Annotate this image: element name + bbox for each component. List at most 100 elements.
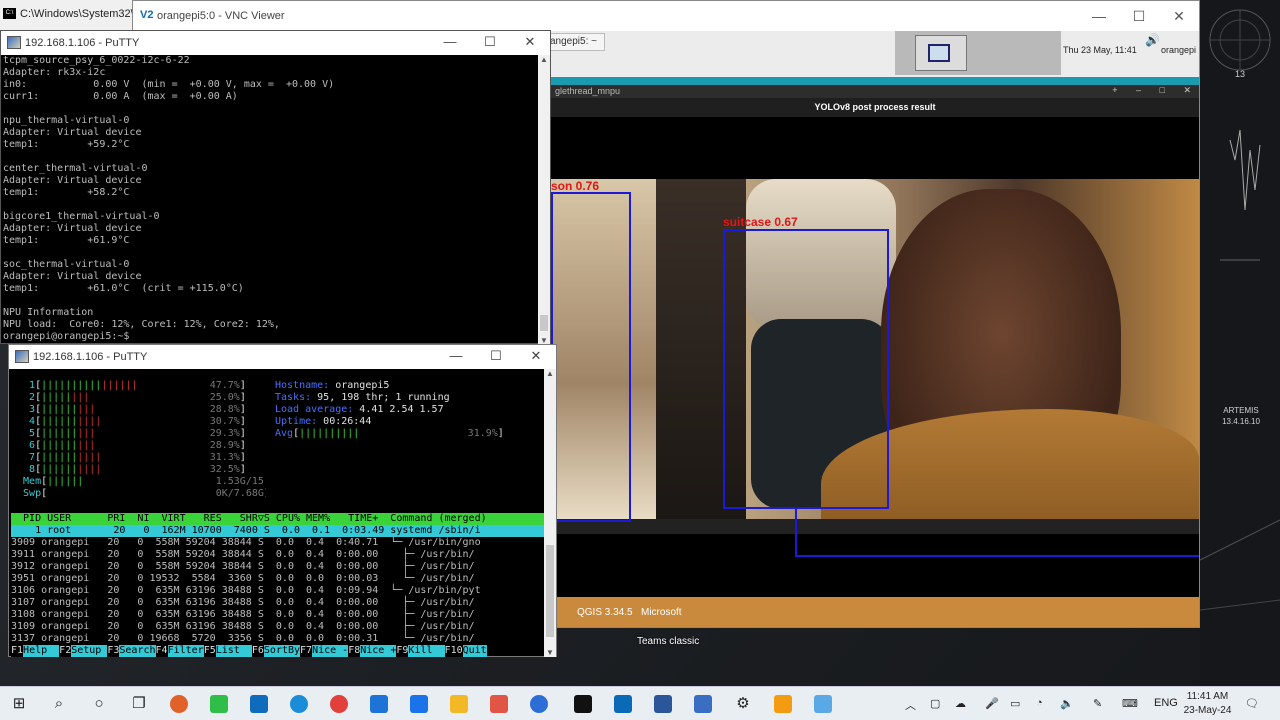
app-blue-circle-icon[interactable] <box>530 695 548 713</box>
fkey-f4[interactable]: F4Filter <box>155 645 204 657</box>
fkey-f6[interactable]: F6SortBy <box>251 645 301 657</box>
scrollbar-thumb[interactable] <box>540 315 548 331</box>
fkey-f2[interactable]: F2Setup <box>59 645 108 657</box>
table-row[interactable]: 3137 orangepi 20 0 19668 5720 3356 S 0.0… <box>11 633 544 645</box>
fkey-f8[interactable]: F8Nice + <box>348 645 397 657</box>
teams-classic-label[interactable]: Teams classic <box>637 636 699 647</box>
terminal-line: soc_thermal-virtual-0 <box>3 259 130 270</box>
table-row[interactable]: 3108 orangepi 20 0 635M 63196 38488 S 0.… <box>11 609 544 621</box>
workspace-thumbnail[interactable] <box>915 35 967 71</box>
app-orange-square-icon[interactable] <box>774 695 792 713</box>
volume-icon[interactable]: 🔊 <box>1145 33 1160 47</box>
scrollbar[interactable]: ▲ ▼ <box>538 55 550 345</box>
minimize-button[interactable]: — <box>436 345 476 367</box>
table-row[interactable]: 3107 orangepi 20 0 635M 63196 38488 S 0.… <box>11 597 544 609</box>
putty-sensors-window[interactable]: 192.168.1.106 - PuTTY — ☐ ✕ tcpm_source_… <box>0 30 551 345</box>
language-indicator[interactable]: ENG <box>1154 697 1178 709</box>
settings-icon[interactable]: ⚙ <box>734 695 752 713</box>
putty-htop-window[interactable]: 192.168.1.106 - PuTTY — ☐ ✕ 1[||||||||||… <box>8 344 557 657</box>
cmd-icon: C:\ <box>3 8 16 19</box>
microphone-icon[interactable]: 🎤 <box>985 697 999 710</box>
swp-label: Swp <box>11 488 42 499</box>
table-row[interactable]: 3912 orangepi 20 0 558M 59204 38844 S 0.… <box>11 561 544 573</box>
cortana-icon[interactable]: ○ <box>90 695 108 713</box>
avg-percent: 31.9% <box>359 428 498 439</box>
notification-icon[interactable]: 🗨 <box>1245 697 1259 710</box>
line-icon[interactable] <box>210 695 228 713</box>
edge-icon[interactable] <box>290 695 308 713</box>
file-explorer-icon[interactable] <box>450 695 468 713</box>
chrome-icon[interactable] <box>330 695 348 713</box>
scroll-down-icon[interactable]: ▼ <box>544 648 556 657</box>
yolo-tab-label[interactable]: glethread_mnpu <box>555 86 620 96</box>
remote-terminal-tab[interactable]: angepi5: ~ <box>545 33 605 51</box>
remote-user[interactable]: orangepi <box>1161 45 1196 55</box>
info-row: Tasks: 95, 198 thr; 1 running <box>275 392 543 404</box>
bracket: ] <box>497 428 504 439</box>
scrollbar[interactable]: ▲ ▼ <box>544 369 556 657</box>
qgis-label[interactable]: QGIS 3.34.5 <box>577 607 633 618</box>
process-list[interactable]: 3909 orangepi 20 0 558M 59204 38844 S 0.… <box>11 537 544 645</box>
notepad-icon[interactable] <box>410 695 428 713</box>
pen-icon[interactable]: ✎ <box>1093 697 1102 710</box>
fkey-number: F7 <box>300 645 313 657</box>
wifi-icon[interactable]: ◔ <box>1036 697 1043 709</box>
cloud-icon[interactable]: ☁ <box>955 697 966 710</box>
table-row[interactable]: 3911 orangepi 20 0 558M 59204 38844 S 0.… <box>11 549 544 561</box>
outlook-icon[interactable] <box>250 695 268 713</box>
minimize-button[interactable]: — <box>1079 1 1119 31</box>
process-table-header[interactable]: PID USER PRI NI VIRT RES SHR▽S CPU% MEM%… <box>11 513 544 525</box>
fkey-label: Filter <box>167 645 204 657</box>
fkey-f1[interactable]: F1Help <box>11 645 60 657</box>
windows-start-icon[interactable]: ⊞ <box>10 695 28 713</box>
taskbar-clock[interactable]: 11:41 AM 23-May-24 <box>1180 690 1235 718</box>
terminal-line: temp1: +59.2°C <box>3 139 130 150</box>
putty-titlebar[interactable]: 192.168.1.106 - PuTTY — ☐ ✕ <box>9 345 556 369</box>
maximize-button[interactable]: ☐ <box>470 31 510 53</box>
terminal-output[interactable]: tcpm_source_psy_6_0022-i2c-6-22 Adapter: … <box>3 55 539 345</box>
table-row[interactable]: 3106 orangepi 20 0 635M 63196 38488 S 0.… <box>11 585 544 597</box>
scroll-up-icon[interactable]: ▲ <box>544 369 556 378</box>
paint-icon[interactable] <box>490 695 508 713</box>
table-row[interactable]: 3109 orangepi 20 0 635M 63196 38488 S 0.… <box>11 621 544 633</box>
fkey-f3[interactable]: F3Search <box>107 645 156 657</box>
search-icon[interactable]: ⌕ <box>50 695 68 713</box>
fkey-f9[interactable]: F9Kill <box>396 645 445 657</box>
remote-clock[interactable]: Thu 23 May, 11:41 <box>1063 45 1137 55</box>
weather-icon[interactable] <box>814 695 832 713</box>
keyboard-icon[interactable]: ⌨ <box>1122 697 1138 710</box>
close-button[interactable]: ✕ <box>516 345 556 367</box>
chevron-up-icon[interactable]: ︿ <box>905 697 916 713</box>
selected-process-row[interactable]: 1 root 20 0 162M 10700 7400 S 0.0 0.1 0:… <box>11 525 544 537</box>
cpu-meter-row: 5[||||||||| 29.3%] <box>11 428 266 440</box>
task-view-icon[interactable]: ❐ <box>130 695 148 713</box>
fkey-f7[interactable]: F7Nice - <box>300 645 349 657</box>
vnc-titlebar[interactable]: V2 orangepi5:0 - VNC Viewer — ☐ ✕ <box>133 1 1199 31</box>
putty-icon[interactable] <box>694 695 712 713</box>
speaker-icon[interactable]: 🔈 <box>1060 697 1074 710</box>
fkey-f10[interactable]: F10Quit <box>444 645 487 657</box>
maximize-button[interactable]: ☐ <box>476 345 516 367</box>
scroll-up-icon[interactable]: ▲ <box>538 55 550 64</box>
app-orange-icon[interactable] <box>170 695 188 713</box>
terminal-icon[interactable] <box>574 695 592 713</box>
yolo-tab-buttons[interactable]: + – □ ✕ <box>1112 85 1199 96</box>
cmd-window-titlebar[interactable]: C:\ C:\Windows\System32\cm <box>0 0 140 30</box>
tray-app-icon[interactable]: ▢ <box>930 697 940 710</box>
close-button[interactable]: ✕ <box>510 31 550 53</box>
function-key-bar[interactable]: F1Help F2Setup F3Search F4Filter F5List F6… <box>11 645 544 657</box>
battery-icon[interactable]: ▭ <box>1010 697 1020 710</box>
vnc-viewer-icon[interactable] <box>614 695 632 713</box>
cpu-bar-kernel: |||| <box>77 464 102 475</box>
maximize-button[interactable]: ☐ <box>1119 1 1159 31</box>
scrollbar-thumb[interactable] <box>546 545 554 637</box>
fkey-f5[interactable]: F5List <box>203 645 252 657</box>
table-row[interactable]: 3909 orangepi 20 0 558M 59204 38844 S 0.… <box>11 537 544 549</box>
microsoft-label[interactable]: Microsoft <box>641 607 682 618</box>
putty-titlebar[interactable]: 192.168.1.106 - PuTTY — ☐ ✕ <box>1 31 550 55</box>
calendar-icon[interactable] <box>370 695 388 713</box>
close-button[interactable]: ✕ <box>1159 1 1199 31</box>
minimize-button[interactable]: — <box>430 31 470 53</box>
word-icon[interactable] <box>654 695 672 713</box>
table-row[interactable]: 3951 orangepi 20 0 19532 5584 3360 S 0.0… <box>11 573 544 585</box>
